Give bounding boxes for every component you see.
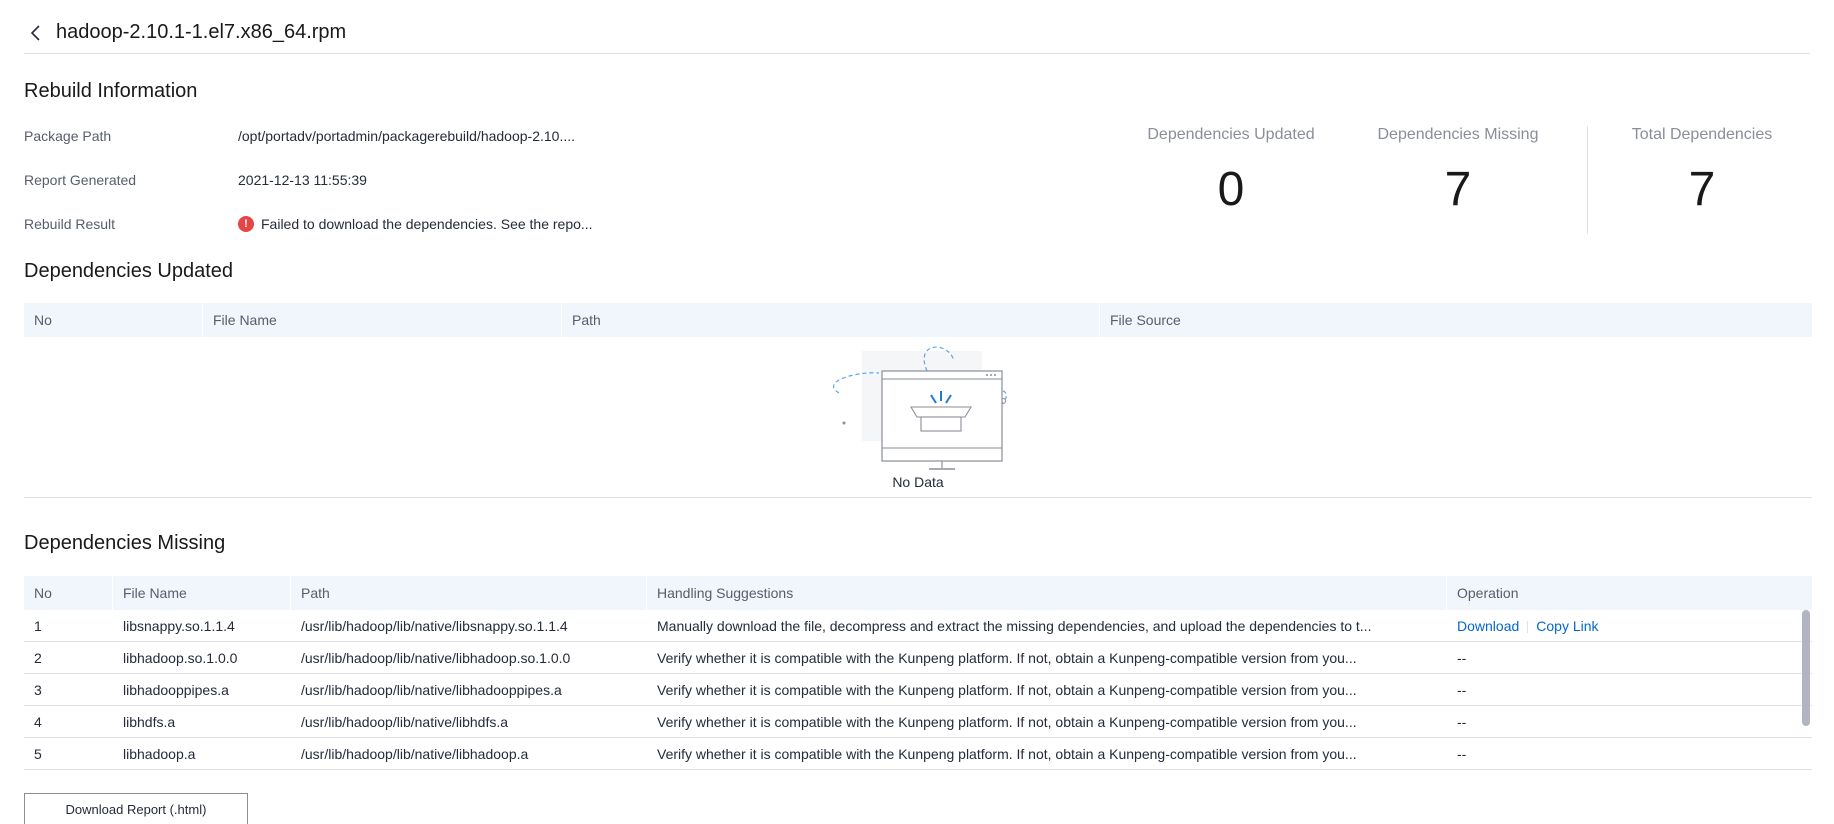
row-file-name: libhdfs.a <box>123 713 176 730</box>
back-arrow-icon[interactable] <box>24 22 46 44</box>
stat-value: 0 <box>1217 163 1245 216</box>
row-operation: -- <box>1457 649 1467 666</box>
row-operation: Download Copy Link <box>1447 618 1802 634</box>
stat-label: Total Dependencies <box>1631 126 1773 143</box>
table-row: 2 libhadoop.so.1.0.0 /usr/lib/hadoop/lib… <box>24 642 1812 674</box>
dependencies-missing-table: No File Name Path Handling Suggestions O… <box>24 576 1812 770</box>
info-label: Report Generated <box>24 172 137 188</box>
column-header[interactable]: File Source <box>1100 303 1812 337</box>
dependencies-missing-title: Dependencies Missing <box>24 532 226 554</box>
stat-value: 7 <box>1688 163 1716 216</box>
info-label: Rebuild Result <box>24 216 116 232</box>
table-header: No File Name Path Handling Suggestions O… <box>24 576 1812 610</box>
rebuild-info-title: Rebuild Information <box>24 80 198 102</box>
package-path-row: Package Path /opt/portadv/portadmin/pack… <box>24 126 575 146</box>
report-generated-row: Report Generated 2021-12-13 11:55:39 <box>24 170 367 190</box>
info-label: Package Path <box>24 128 112 144</box>
table-row: 1 libsnappy.so.1.1.4 /usr/lib/hadoop/lib… <box>24 610 1812 642</box>
rebuild-result-value: Failed to download the dependencies. See… <box>261 216 593 232</box>
column-header[interactable]: Path <box>562 303 1100 337</box>
row-suggestion: Verify whether it is compatible with the… <box>657 649 1357 666</box>
table-row: 5 libhadoop.a /usr/lib/hadoop/lib/native… <box>24 738 1812 770</box>
row-no: 2 <box>34 649 42 666</box>
table-scrollbar[interactable] <box>1802 610 1810 726</box>
dependencies-updated-title: Dependencies Updated <box>24 260 234 282</box>
row-file-name: libhadooppipes.a <box>123 681 229 698</box>
rebuild-result-row: Rebuild Result ! Failed to download the … <box>24 214 593 234</box>
row-path: /usr/lib/hadoop/lib/native/libhadooppipe… <box>301 681 562 698</box>
download-report-button[interactable]: Download Report (.html) <box>24 793 248 824</box>
row-suggestion: Verify whether it is compatible with the… <box>657 713 1357 730</box>
stat-total-dependencies: Total Dependencies 7 <box>1622 126 1782 217</box>
row-suggestion: Manually download the file, decompress a… <box>657 617 1372 634</box>
column-header[interactable]: Handling Suggestions <box>647 576 1447 610</box>
package-path-value: /opt/portadv/portadmin/packagerebuild/ha… <box>238 128 576 144</box>
row-path: /usr/lib/hadoop/lib/native/libhdfs.a <box>301 713 509 730</box>
row-operation: -- <box>1457 713 1467 730</box>
row-path: /usr/lib/hadoop/lib/native/libhadoop.a <box>301 745 529 762</box>
row-path: /usr/lib/hadoop/lib/native/libhadoop.so.… <box>301 649 571 666</box>
stat-label: Dependencies Missing <box>1377 126 1539 143</box>
row-no: 5 <box>34 745 42 762</box>
row-no: 4 <box>34 713 42 730</box>
column-header[interactable]: Operation <box>1447 576 1812 610</box>
dependencies-updated-table: No File Name Path File Source <box>24 303 1812 337</box>
empty-state-text: No Data <box>892 474 944 490</box>
report-generated-value: 2021-12-13 11:55:39 <box>238 172 367 188</box>
link-divider <box>1527 620 1529 633</box>
table-row: 4 libhdfs.a /usr/lib/hadoop/lib/native/l… <box>24 706 1812 738</box>
column-header[interactable]: File Name <box>203 303 562 337</box>
stat-divider <box>1587 126 1588 234</box>
row-file-name: libhadoop.so.1.0.0 <box>123 649 238 666</box>
empty-state: No Data <box>24 337 1812 498</box>
table-header: No File Name Path File Source <box>24 303 1812 337</box>
table-row: 3 libhadooppipes.a /usr/lib/hadoop/lib/n… <box>24 674 1812 706</box>
stat-dependencies-missing: Dependencies Missing 7 <box>1366 126 1550 217</box>
row-file-name: libsnappy.so.1.1.4 <box>123 617 235 634</box>
column-header[interactable]: File Name <box>113 576 291 610</box>
stat-label: Dependencies Updated <box>1147 126 1315 143</box>
row-path: /usr/lib/hadoop/lib/native/libsnappy.so.… <box>301 617 568 634</box>
copy-link[interactable]: Copy Link <box>1536 618 1598 634</box>
row-suggestion: Verify whether it is compatible with the… <box>657 745 1357 762</box>
page-title: hadoop-2.10.1-1.el7.x86_64.rpm <box>56 21 347 43</box>
row-operation: -- <box>1457 681 1467 698</box>
column-header[interactable]: No <box>24 576 113 610</box>
stat-dependencies-updated: Dependencies Updated 0 <box>1143 126 1319 217</box>
row-operation: -- <box>1457 745 1467 762</box>
row-file-name: libhadoop.a <box>123 745 196 762</box>
row-suggestion: Verify whether it is compatible with the… <box>657 681 1357 698</box>
column-header[interactable]: No <box>24 303 203 337</box>
stat-value: 7 <box>1444 163 1472 216</box>
column-header[interactable]: Path <box>291 576 647 610</box>
row-no: 1 <box>34 617 42 634</box>
download-link[interactable]: Download <box>1457 618 1519 634</box>
page-header: hadoop-2.10.1-1.el7.x86_64.rpm <box>24 12 1810 54</box>
row-no: 3 <box>34 681 42 698</box>
empty-box-illustration-icon <box>832 346 1007 470</box>
error-icon: ! <box>238 216 254 232</box>
